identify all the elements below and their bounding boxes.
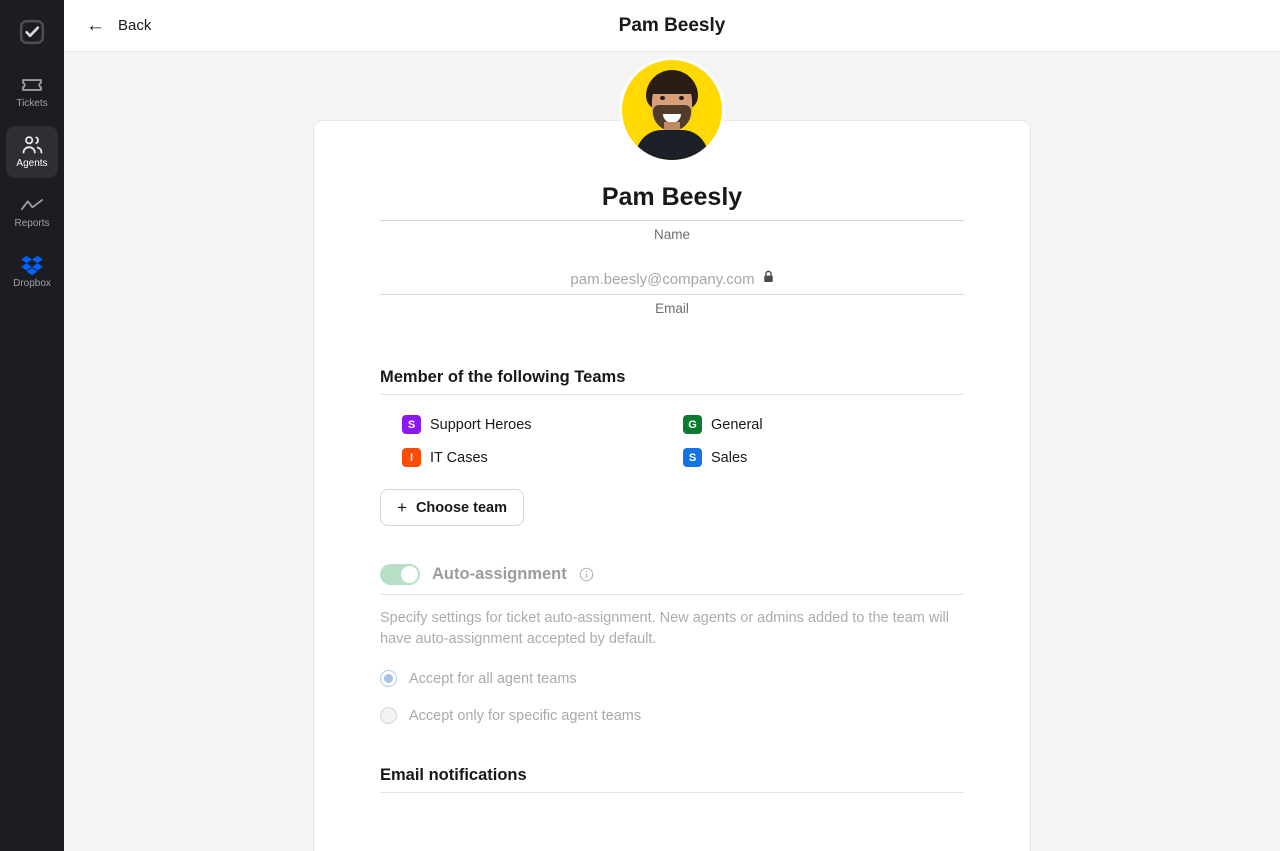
team-name: General — [711, 416, 763, 433]
auto-assignment-section: Auto-assignment Specify settings for tic… — [380, 564, 964, 724]
reports-chart-icon — [20, 194, 44, 216]
email-notifications-title: Email notifications — [380, 766, 527, 784]
radio-label: Accept only for specific agent teams — [409, 707, 642, 724]
auto-assignment-description: Specify settings for ticket auto-assignm… — [380, 610, 950, 647]
email-field-caption: Email — [655, 301, 689, 316]
radio-label: Accept for all agent teams — [409, 670, 577, 687]
sidebar: Tickets Agents Reports Dropbox — [0, 0, 64, 851]
ticket-icon — [21, 74, 43, 96]
team-item[interactable]: G General — [683, 415, 964, 434]
team-badge: S — [402, 415, 421, 434]
avatar-body — [636, 130, 708, 160]
lock-icon — [763, 270, 774, 288]
top-bar: ← Back Pam Beesly — [64, 0, 1280, 52]
main-area: ← Back Pam Beesly Pam Beesly Name pam.be… — [64, 0, 1280, 851]
sidebar-item-label: Tickets — [16, 98, 48, 109]
info-circle-icon[interactable] — [579, 567, 594, 582]
agents-icon — [21, 134, 44, 156]
avatar-hair-front — [650, 74, 694, 94]
profile-name-value[interactable]: Pam Beesly — [380, 183, 964, 220]
sidebar-item-reports[interactable]: Reports — [6, 186, 58, 238]
team-item[interactable]: S Sales — [683, 448, 964, 467]
email-notifications-divider — [380, 792, 964, 793]
teams-grid: S Support Heroes G General I IT Cases S … — [380, 395, 964, 467]
sidebar-item-label: Agents — [16, 158, 48, 169]
back-button[interactable]: ← Back — [84, 12, 153, 39]
email-field-row: pam.beesly@company.com — [380, 270, 964, 294]
sidebar-item-label: Reports — [14, 218, 50, 229]
avatar[interactable] — [622, 60, 722, 160]
radio-button[interactable] — [380, 707, 397, 724]
team-item[interactable]: I IT Cases — [402, 448, 683, 467]
team-name: Sales — [711, 449, 748, 466]
radio-option-specific-teams[interactable]: Accept only for specific agent teams — [380, 707, 964, 724]
avatar-eye-left — [660, 96, 665, 100]
app-logo[interactable] — [12, 12, 52, 52]
dropbox-icon — [21, 254, 43, 276]
auto-assignment-label: Auto-assignment — [432, 565, 567, 583]
auto-assignment-header: Auto-assignment — [380, 564, 964, 594]
page-title: Pam Beesly — [618, 14, 726, 36]
teams-section-title: Member of the following Teams — [380, 368, 626, 386]
sidebar-item-agents[interactable]: Agents — [6, 126, 58, 178]
back-button-label: Back — [118, 17, 152, 34]
sidebar-item-label: Dropbox — [13, 278, 51, 289]
team-name: Support Heroes — [430, 416, 532, 433]
name-field-caption: Name — [653, 227, 690, 242]
email-field-value: pam.beesly@company.com — [570, 270, 755, 288]
arrow-left-icon: ← — [86, 15, 105, 36]
checkbox-logo-icon — [19, 19, 45, 45]
avatar-eye-right — [679, 96, 684, 100]
team-name: IT Cases — [430, 449, 488, 466]
sidebar-item-dropbox[interactable]: Dropbox — [6, 246, 58, 298]
radio-button[interactable] — [380, 670, 397, 687]
toggle-knob — [401, 566, 418, 583]
profile-card: Pam Beesly Name pam.beesly@company.com E… — [313, 120, 1031, 851]
avatar-brow-left — [658, 91, 668, 94]
team-badge: S — [683, 448, 702, 467]
team-badge: I — [402, 448, 421, 467]
radio-option-all-teams[interactable]: Accept for all agent teams — [380, 670, 964, 687]
auto-assignment-toggle[interactable] — [380, 564, 420, 585]
plus-icon: + — [397, 498, 407, 517]
email-notifications-section: Email notifications — [380, 766, 964, 793]
avatar-container — [64, 52, 1280, 160]
choose-team-button[interactable]: + Choose team — [380, 489, 524, 526]
team-item[interactable]: S Support Heroes — [402, 415, 683, 434]
avatar-brow-right — [676, 91, 686, 94]
team-badge: G — [683, 415, 702, 434]
choose-team-label: Choose team — [415, 499, 507, 516]
content-scroll-area: Pam Beesly Name pam.beesly@company.com E… — [64, 52, 1280, 851]
app-root: Tickets Agents Reports Dropbox ← Back Pa… — [0, 0, 1280, 851]
sidebar-item-tickets[interactable]: Tickets — [6, 66, 58, 118]
